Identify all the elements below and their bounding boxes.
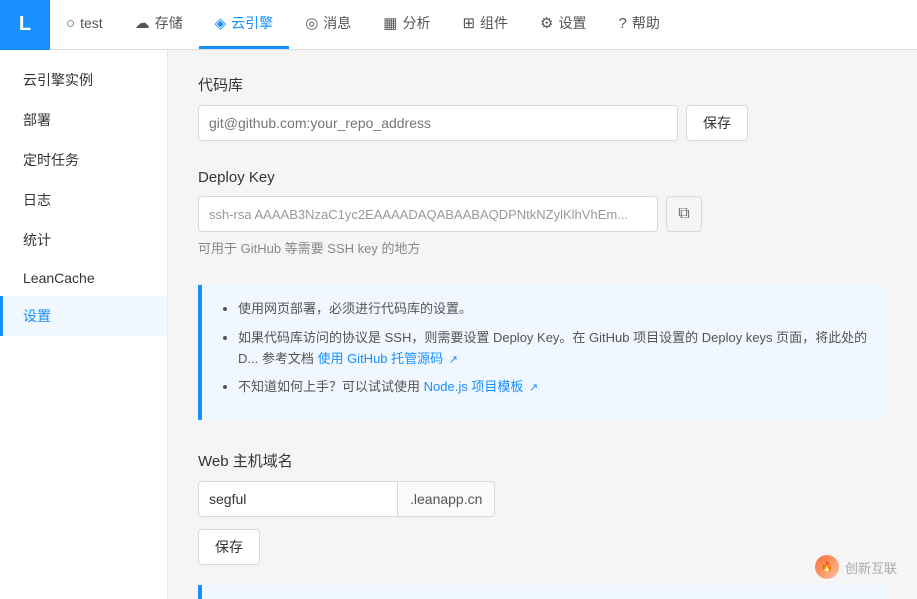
nav-logo[interactable]: L xyxy=(0,0,50,50)
deploy-key-helper: 可用于 GitHub 等需要 SSH key 的地方 xyxy=(198,238,887,257)
github-link[interactable]: 使用 GitHub 托管源码 ↗ xyxy=(317,351,458,366)
nav-label-help: 帮助 xyxy=(632,13,660,33)
hostname-section: Web 主机域名 .leanapp.cn 保存 xyxy=(198,450,887,565)
nav-label-storage: 存储 xyxy=(155,13,183,33)
info-text-3: 不知道如何上手？可以试试使用 Node.js 项目模板 ↗ xyxy=(238,379,538,394)
sidebar-item-leancache[interactable]: LeanCache xyxy=(0,260,167,296)
nav-item-settings[interactable]: ⚙ 设置 xyxy=(524,0,602,49)
nav-label-test: test xyxy=(80,15,103,31)
watermark: 🔥 创新互联 xyxy=(815,555,897,579)
nav-item-cloud[interactable]: ◈ 云引擎 xyxy=(199,0,290,49)
sidebar: 云引擎实例 部署 定时任务 日志 统计 LeanCache 设置 xyxy=(0,50,168,599)
info-text-2: 如果代码库访问的协议是 SSH，则需要设置 Deploy Key。在 GitHu… xyxy=(238,330,867,366)
main-content: 代码库 保存 Deploy Key ⧉ 可用于 GitHub 等需要 SSH k… xyxy=(168,50,917,599)
hostname-save-button[interactable]: 保存 xyxy=(198,529,260,565)
cloud-icon: ☁ xyxy=(135,14,150,32)
message-icon: ◎ xyxy=(305,14,318,32)
deploy-key-title: Deploy Key xyxy=(198,169,887,186)
nav-items: ○ test ☁ 存储 ◈ 云引擎 ◎ 消息 ▦ 分析 ⊞ 组件 ⚙ 设置 ? xyxy=(50,0,676,49)
sidebar-item-logs[interactable]: 日志 xyxy=(0,180,167,220)
nav-item-test[interactable]: ○ test xyxy=(50,0,119,49)
logo-letter: L xyxy=(19,13,31,36)
info-text-1: 使用网页部署，必须进行代码库的设置。 xyxy=(238,301,472,316)
sidebar-item-settings[interactable]: 设置 xyxy=(0,296,167,336)
repo-title: 代码库 xyxy=(198,74,887,95)
nodejs-template-link[interactable]: Node.js 项目模板 ↗ xyxy=(424,379,539,394)
external-icon-1: ↗ xyxy=(449,354,458,366)
cloud-engine-icon: ◈ xyxy=(215,14,227,32)
info-item-1: 使用网页部署，必须进行代码库的设置。 xyxy=(238,299,869,320)
settings-icon: ⚙ xyxy=(540,14,553,32)
hostname-row: .leanapp.cn xyxy=(198,481,887,517)
repo-save-button[interactable]: 保存 xyxy=(686,105,748,141)
info-list: 使用网页部署，必须进行代码库的设置。 如果代码库访问的协议是 SSH，则需要设置… xyxy=(220,299,869,398)
nav-label-settings: 设置 xyxy=(559,13,587,33)
sidebar-item-instances[interactable]: 云引擎实例 xyxy=(0,60,167,100)
analytics-icon: ▦ xyxy=(383,14,397,32)
deploy-key-input-row: ⧉ xyxy=(198,196,887,232)
watermark-logo: 🔥 xyxy=(815,555,839,579)
nav-item-components[interactable]: ⊞ 组件 xyxy=(446,0,524,49)
watermark-text: 创新互联 xyxy=(845,558,897,577)
nav-label-message: 消息 xyxy=(323,13,351,33)
deploy-key-input[interactable] xyxy=(198,196,658,232)
sidebar-item-stats[interactable]: 统计 xyxy=(0,220,167,260)
hostname-input[interactable] xyxy=(198,481,398,517)
nav-item-message[interactable]: ◎ 消息 xyxy=(289,0,367,49)
help-icon: ? xyxy=(619,15,627,32)
external-icon-2: ↗ xyxy=(529,382,538,394)
repo-input[interactable] xyxy=(198,105,678,141)
info-item-3: 不知道如何上手？可以试试使用 Node.js 项目模板 ↗ xyxy=(238,377,869,398)
components-icon: ⊞ xyxy=(462,14,475,32)
info-item-2: 如果代码库访问的协议是 SSH，则需要设置 Deploy Key。在 GitHu… xyxy=(238,328,869,370)
repo-input-row: 保存 xyxy=(198,105,887,141)
test-icon: ○ xyxy=(66,15,75,32)
sidebar-item-cron[interactable]: 定时任务 xyxy=(0,140,167,180)
hostname-title: Web 主机域名 xyxy=(198,450,887,471)
deploy-key-section: Deploy Key ⧉ 可用于 GitHub 等需要 SSH key 的地方 xyxy=(198,169,887,257)
sidebar-item-deploy[interactable]: 部署 xyxy=(0,100,167,140)
nav-label-cloud: 云引擎 xyxy=(231,13,273,33)
nav-label-analytics: 分析 xyxy=(402,13,430,33)
nav-label-components: 组件 xyxy=(480,13,508,33)
copy-button[interactable]: ⧉ xyxy=(666,196,702,232)
copy-icon: ⧉ xyxy=(678,205,689,223)
nav-item-analytics[interactable]: ▦ 分析 xyxy=(367,0,446,49)
nav-item-help[interactable]: ? 帮助 xyxy=(603,0,676,49)
hostname-save-row: 保存 xyxy=(198,529,887,565)
hostname-suffix: .leanapp.cn xyxy=(398,481,495,517)
nav-item-storage[interactable]: ☁ 存储 xyxy=(119,0,199,49)
repo-section: 代码库 保存 xyxy=(198,74,887,141)
layout: 云引擎实例 部署 定时任务 日志 统计 LeanCache 设置 代码库 保存 xyxy=(0,50,917,599)
top-nav: L ○ test ☁ 存储 ◈ 云引擎 ◎ 消息 ▦ 分析 ⊞ 组件 ⚙ 设置 xyxy=(0,0,917,50)
bottom-info-box: 申请 Web 主机域名必须先通过 实名认证 xyxy=(198,585,887,599)
info-box: 使用网页部署，必须进行代码库的设置。 如果代码库访问的协议是 SSH，则需要设置… xyxy=(198,285,887,420)
